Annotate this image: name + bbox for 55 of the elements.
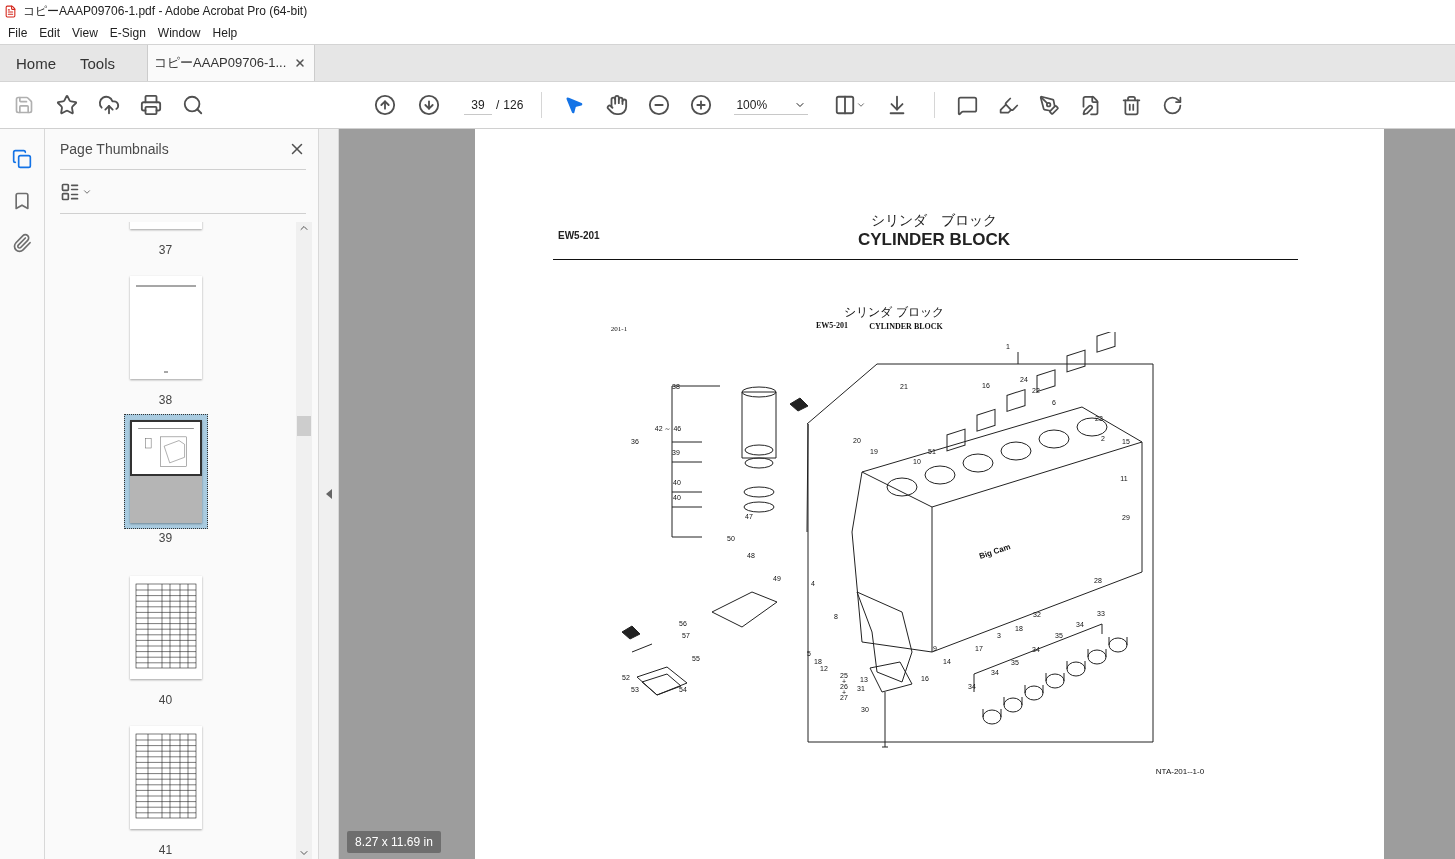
next-page-button[interactable] xyxy=(418,94,440,116)
page-size-badge: 8.27 x 11.69 in xyxy=(347,831,441,853)
star-button[interactable] xyxy=(56,94,78,116)
page-separator: / xyxy=(496,98,500,112)
page-count: 126 xyxy=(503,98,524,112)
menu-item[interactable]: Help xyxy=(206,26,244,40)
document-code: EW5-201 xyxy=(557,230,601,241)
pen-button[interactable] xyxy=(1039,94,1061,116)
menu-item[interactable]: E-Sign xyxy=(103,26,152,40)
pdf-app-icon xyxy=(4,4,17,18)
page-title-japanese: シリンダ ブロック xyxy=(871,212,998,230)
page-title: CYLINDER BLOCK xyxy=(858,230,1011,250)
block-marking: Big Cam xyxy=(978,543,1012,561)
search-button[interactable] xyxy=(182,94,204,116)
drawing-title-japanese: シリンダ ブロック xyxy=(844,306,944,318)
menu-item[interactable]: Edit xyxy=(33,26,67,40)
print-button[interactable] xyxy=(140,94,162,116)
hand-button[interactable] xyxy=(606,94,629,116)
page-number-label: 37 xyxy=(158,243,173,257)
scroll-thumb[interactable] xyxy=(297,416,311,436)
previous-page-button[interactable] xyxy=(374,94,396,116)
page-number-label: 39 xyxy=(158,531,173,545)
collapse-panel-handle[interactable] xyxy=(318,129,339,859)
delete-button[interactable] xyxy=(1121,94,1143,116)
drawing-footer-code: NTA-201--1-0 xyxy=(1155,768,1205,776)
scrollbar[interactable] xyxy=(296,222,312,859)
zoom-dropdown[interactable]: 100% xyxy=(734,95,809,115)
drawing-code: EW5-201 xyxy=(816,322,848,330)
document-tab[interactable]: コピーAAAP09706-1... xyxy=(147,45,316,81)
drawing-title: CYLINDER BLOCK xyxy=(869,323,943,331)
comment-button[interactable] xyxy=(957,94,979,116)
page-number-field[interactable]: 39 xyxy=(464,95,492,115)
page-number-label: 40 xyxy=(158,693,173,707)
menu-item[interactable]: View xyxy=(66,26,104,40)
menu-item[interactable]: Window xyxy=(151,26,207,40)
nav-tab[interactable]: Home xyxy=(0,45,64,81)
page-number-label: 38 xyxy=(158,393,173,407)
cloud-upload-button[interactable] xyxy=(98,94,120,116)
page-fit-button[interactable] xyxy=(834,94,867,116)
close-icon[interactable] xyxy=(294,57,307,69)
thumbnail-options-button[interactable] xyxy=(60,181,92,202)
pointer-button[interactable] xyxy=(564,95,585,115)
attachments-rail-button[interactable] xyxy=(12,233,32,253)
nav-tab[interactable]: Tools xyxy=(64,45,124,81)
window-title: コピーAAAP09706-1.pdf - Adobe Acrobat Pro (64-bit) xyxy=(23,2,308,20)
page-number-label: 41 xyxy=(158,843,173,857)
menu-item[interactable]: File xyxy=(2,26,34,40)
page-thumbnail[interactable] xyxy=(123,414,208,529)
zoom-out-button[interactable] xyxy=(648,94,671,116)
pages-rail-button[interactable] xyxy=(12,149,32,169)
caret-icon xyxy=(856,100,867,110)
bookmarks-rail-button[interactable] xyxy=(12,191,32,211)
rotate-button[interactable] xyxy=(1162,94,1184,116)
panel-title: Page Thumbnails xyxy=(60,141,169,157)
zoom-in-button[interactable] xyxy=(690,94,713,116)
